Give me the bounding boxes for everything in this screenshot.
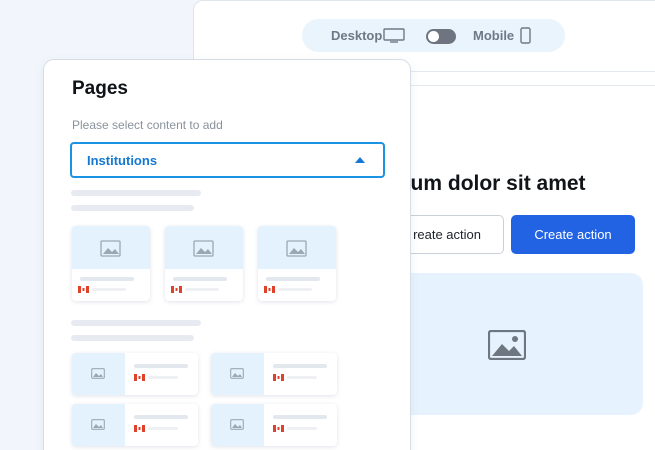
skeleton-line <box>71 190 201 196</box>
image-icon <box>230 419 244 430</box>
skeleton-line <box>173 277 227 281</box>
canada-flag-icon <box>134 374 145 381</box>
content-card[interactable] <box>165 226 243 301</box>
pages-panel: Pages Please select content to add Insti… <box>43 59 411 450</box>
skeleton-line <box>71 205 194 211</box>
image-icon <box>100 240 121 257</box>
canada-flag-icon <box>273 374 284 381</box>
skeleton-line <box>273 364 327 368</box>
content-type-select[interactable]: Institutions <box>70 142 385 178</box>
skeleton-line <box>287 427 317 430</box>
skeleton-line <box>134 364 188 368</box>
canada-flag-icon <box>264 286 275 293</box>
canada-flag-icon <box>273 425 284 432</box>
canada-flag-icon <box>78 286 89 293</box>
canada-flag-icon <box>134 425 145 432</box>
skeleton-line <box>287 376 317 379</box>
content-card[interactable] <box>258 226 336 301</box>
caret-up-icon[interactable] <box>355 157 365 163</box>
skeleton-line <box>80 277 134 281</box>
content-card[interactable] <box>72 353 198 395</box>
content-card[interactable] <box>72 226 150 301</box>
card-thumbnail <box>258 226 336 269</box>
image-icon <box>193 240 214 257</box>
phone-icon[interactable] <box>520 27 531 44</box>
canada-flag-icon <box>171 286 182 293</box>
image-icon <box>230 368 244 379</box>
skeleton-line <box>266 277 320 281</box>
switch-knob <box>428 31 439 42</box>
desktop-label[interactable]: Desktop <box>331 28 382 43</box>
device-toggle: Desktop Mobile <box>302 19 565 52</box>
skeleton-line <box>134 415 188 419</box>
device-switch[interactable] <box>426 29 456 44</box>
mobile-label[interactable]: Mobile <box>473 28 514 43</box>
image-icon <box>91 419 105 430</box>
primary-action-button[interactable]: Create action <box>511 215 635 254</box>
select-value: Institutions <box>87 153 158 168</box>
skeleton-line <box>92 288 126 291</box>
card-thumbnail <box>211 404 264 446</box>
content-card[interactable] <box>211 404 337 446</box>
panel-hint: Please select content to add <box>72 118 223 132</box>
skeleton-line <box>278 288 312 291</box>
content-card[interactable] <box>211 353 337 395</box>
image-icon <box>91 368 105 379</box>
skeleton-line <box>273 415 327 419</box>
card-thumbnail <box>72 353 125 395</box>
skeleton-line <box>148 376 178 379</box>
image-icon <box>286 240 307 257</box>
skeleton-line <box>71 335 194 341</box>
monitor-icon[interactable] <box>383 28 405 43</box>
skeleton-line <box>148 427 178 430</box>
image-icon <box>488 330 526 360</box>
content-card[interactable] <box>72 404 198 446</box>
skeleton-line <box>71 320 201 326</box>
card-thumbnail <box>211 353 264 395</box>
card-thumbnail <box>165 226 243 269</box>
card-thumbnail <box>72 226 150 269</box>
card-thumbnail <box>72 404 125 446</box>
panel-title: Pages <box>72 78 128 99</box>
skeleton-line <box>185 288 219 291</box>
